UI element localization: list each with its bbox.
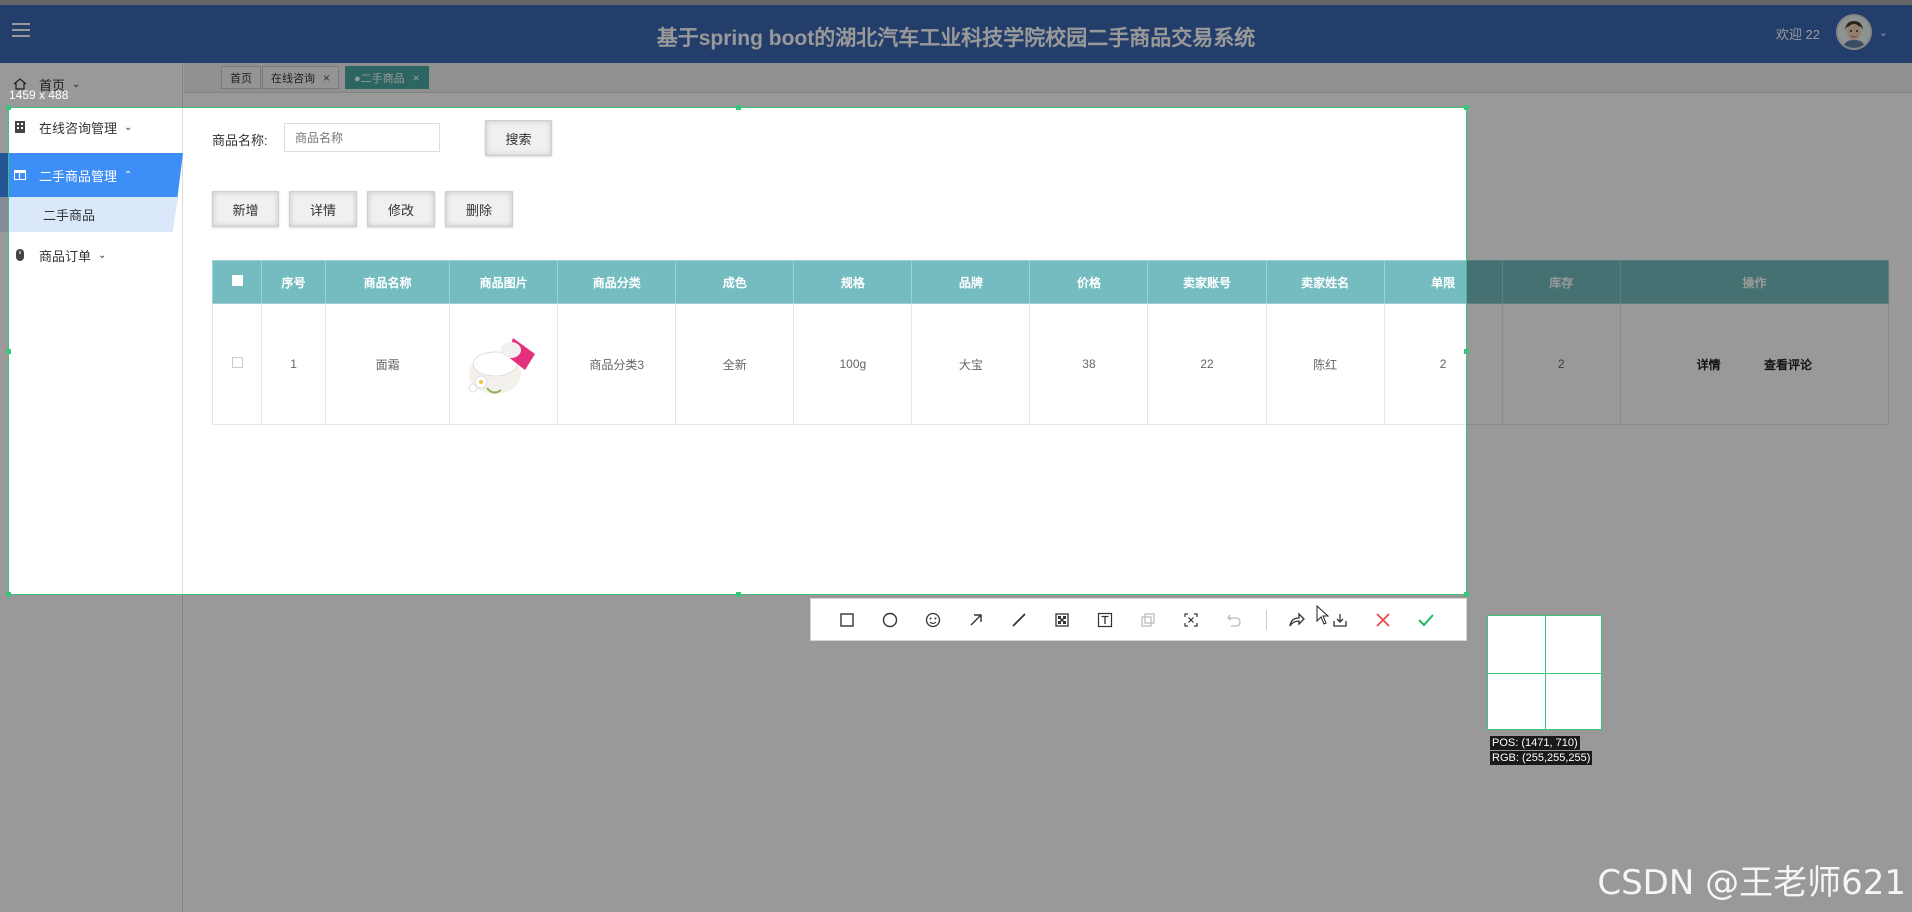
pen-icon[interactable] (1007, 608, 1031, 632)
text-icon[interactable] (1093, 608, 1117, 632)
resize-handle[interactable] (736, 105, 741, 110)
cursor-rgb-readout: RGB: (255,255,255) (1490, 751, 1593, 765)
capture-size-label: 1459 x 488 (9, 88, 69, 102)
mosaic-icon[interactable] (1050, 608, 1074, 632)
capture-selection[interactable] (6, 105, 1469, 597)
emoji-icon[interactable] (921, 608, 945, 632)
capture-toolbar (810, 598, 1467, 641)
toolbar-divider (1266, 610, 1267, 630)
resize-handle[interactable] (1464, 349, 1469, 354)
undo-icon[interactable] (1222, 608, 1246, 632)
resize-handle[interactable] (1464, 105, 1469, 110)
capture-dim-top (0, 0, 1912, 107)
capture-dim-right (1467, 107, 1912, 595)
capture-magnifier (1487, 615, 1602, 730)
resize-handle[interactable] (6, 105, 11, 110)
save-icon[interactable] (1328, 608, 1352, 632)
resize-handle[interactable] (736, 592, 741, 597)
resize-handle[interactable] (6, 349, 11, 354)
ellipse-icon[interactable] (878, 608, 902, 632)
cursor-position-readout: POS: (1471, 710) (1490, 736, 1580, 750)
mouse-cursor-icon (1316, 604, 1330, 628)
cancel-icon[interactable] (1371, 608, 1395, 632)
share-icon[interactable] (1285, 608, 1309, 632)
resize-handle[interactable] (6, 592, 11, 597)
csdn-watermark: CSDN @王老师621 (1597, 863, 1906, 903)
resize-handle[interactable] (1464, 592, 1469, 597)
rectangle-icon[interactable] (835, 608, 859, 632)
confirm-icon[interactable] (1414, 608, 1438, 632)
ocr-icon[interactable] (1179, 608, 1203, 632)
sticker-icon[interactable] (1136, 608, 1160, 632)
arrow-icon[interactable] (964, 608, 988, 632)
